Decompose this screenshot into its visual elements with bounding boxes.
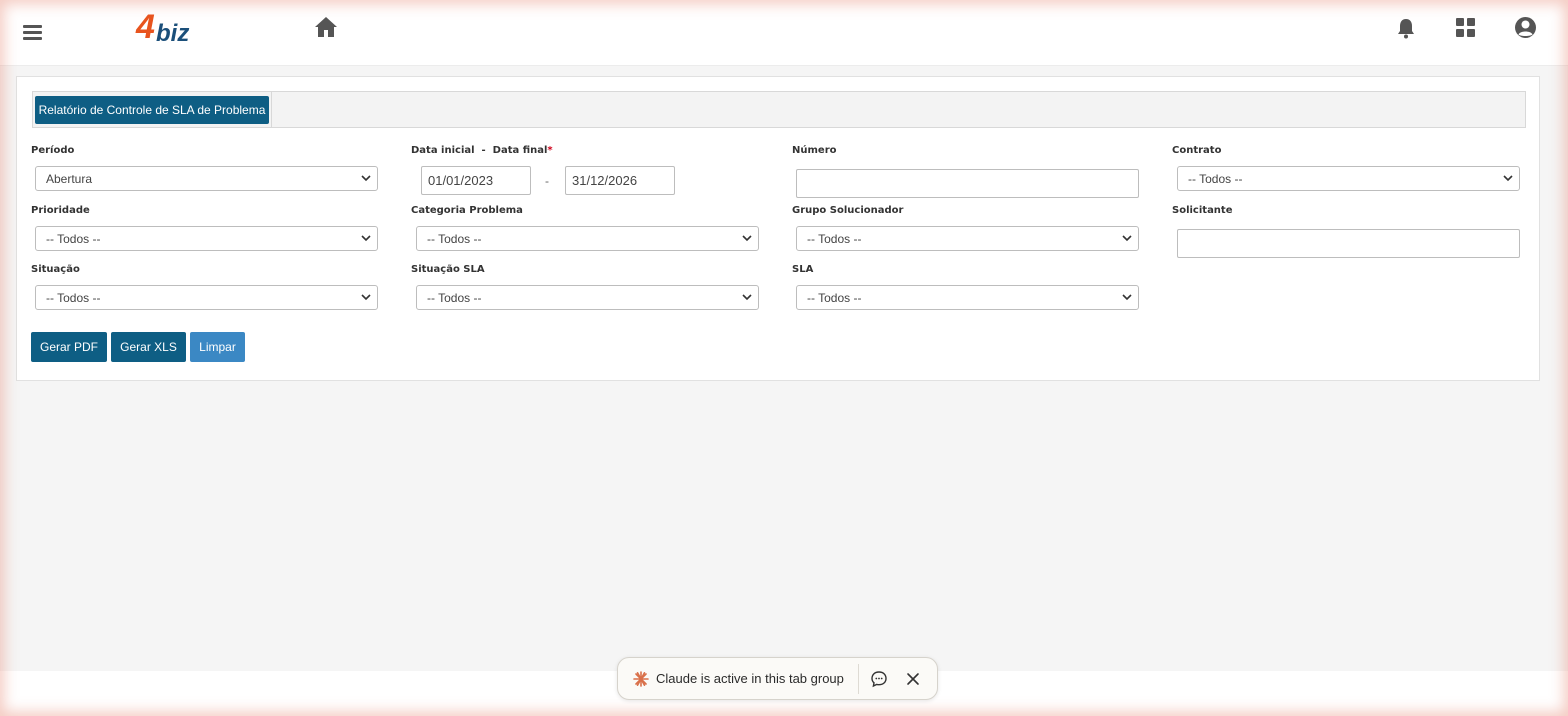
datas-label-text: Data inicial - Data final [411, 145, 548, 156]
situacao-sla-select[interactable]: -- Todos -- [416, 285, 759, 310]
tab-bar: Relatório de Controle de SLA de Problema [32, 91, 1526, 128]
required-mark: * [547, 145, 553, 156]
chevron-down-icon [1503, 175, 1513, 182]
contrato-label: Contrato [1172, 145, 1222, 156]
data-final-input[interactable]: 31/12/2026 [565, 166, 675, 195]
categoria-problema-label: Categoria Problema [411, 205, 523, 216]
home-icon[interactable] [314, 16, 338, 38]
grupo-solucionador-label: Grupo Solucionador [792, 205, 904, 216]
contrato-select[interactable]: -- Todos -- [1177, 166, 1520, 191]
situacao-label: Situação [31, 264, 80, 275]
periodo-label: Período [31, 145, 75, 156]
sla-label: SLA [792, 264, 814, 275]
chevron-down-icon [742, 294, 752, 301]
periodo-value: Abertura [46, 171, 93, 186]
gerar-xls-button[interactable]: Gerar XLS [111, 332, 186, 362]
situacao-sla-value: -- Todos -- [427, 290, 482, 305]
numero-input[interactable] [796, 169, 1139, 198]
solicitante-label: Solicitante [1172, 205, 1233, 216]
toast-divider [858, 664, 859, 694]
user-icon[interactable] [1514, 16, 1537, 39]
contrato-value: -- Todos -- [1188, 171, 1243, 186]
bell-icon[interactable] [1396, 17, 1416, 39]
sla-select[interactable]: -- Todos -- [796, 285, 1139, 310]
brand-logo[interactable]: 4 biz [136, 8, 206, 47]
datas-label: Data inicial - Data final* [411, 145, 553, 156]
chevron-down-icon [1122, 294, 1132, 301]
chevron-down-icon [742, 235, 752, 242]
periodo-select[interactable]: Abertura [35, 166, 378, 191]
top-navbar: 4 biz [0, 0, 1568, 66]
claude-active-toast: Claude is active in this tab group [617, 657, 938, 700]
prioridade-select[interactable]: -- Todos -- [35, 226, 378, 251]
prioridade-label: Prioridade [31, 205, 90, 216]
menu-icon[interactable] [23, 25, 42, 40]
apps-grid-icon[interactable] [1456, 18, 1475, 37]
logo-number: 4 [136, 8, 155, 46]
toast-text: Claude is active in this tab group [656, 671, 844, 686]
limpar-button[interactable]: Limpar [190, 332, 245, 362]
chat-icon[interactable] [870, 670, 888, 688]
chevron-down-icon [361, 235, 371, 242]
solicitante-input[interactable] [1177, 229, 1520, 258]
chevron-down-icon [361, 175, 371, 182]
grupo-solucionador-select[interactable]: -- Todos -- [796, 226, 1139, 251]
situacao-sla-label: Situação SLA [411, 264, 485, 275]
situacao-select[interactable]: -- Todos -- [35, 285, 378, 310]
numero-label: Número [792, 145, 837, 156]
date-separator: - [545, 174, 549, 188]
sla-value: -- Todos -- [807, 290, 862, 305]
grupo-solucionador-value: -- Todos -- [807, 231, 862, 246]
claude-spark-icon [633, 671, 649, 687]
gerar-pdf-button[interactable]: Gerar PDF [31, 332, 107, 362]
situacao-value: -- Todos -- [46, 290, 101, 305]
chevron-down-icon [361, 294, 371, 301]
tab-divider [271, 92, 272, 127]
chevron-down-icon [1122, 235, 1132, 242]
data-inicial-input[interactable]: 01/01/2023 [421, 166, 531, 195]
close-icon[interactable] [906, 672, 920, 686]
logo-text: biz [156, 20, 190, 47]
categoria-problema-select[interactable]: -- Todos -- [416, 226, 759, 251]
tab-relatorio-sla-problema[interactable]: Relatório de Controle de SLA de Problema [35, 96, 269, 124]
categoria-problema-value: -- Todos -- [427, 231, 482, 246]
prioridade-value: -- Todos -- [46, 231, 101, 246]
